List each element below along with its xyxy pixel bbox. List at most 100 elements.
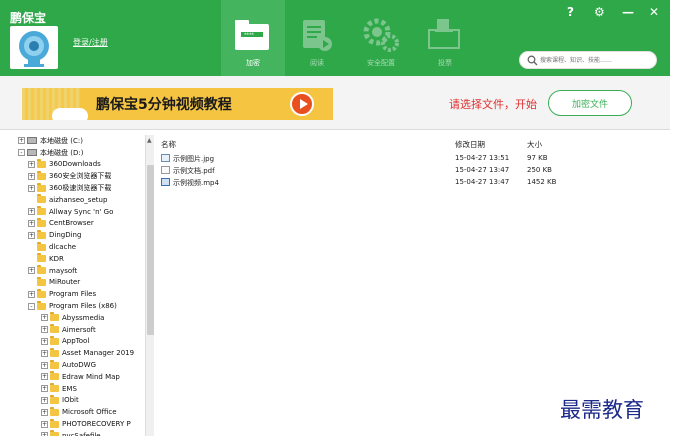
svg-text:****: ****	[244, 33, 255, 39]
collapse-icon[interactable]: -	[18, 149, 25, 157]
tab-encrypt[interactable]: **** 加密	[221, 0, 285, 76]
tree-item[interactable]: + PHOTORECOVERY P	[41, 418, 131, 430]
expand-icon[interactable]: +	[41, 361, 48, 369]
drive-icon	[27, 149, 37, 157]
tree-item-label: Microsoft Office	[62, 408, 117, 417]
tree-item[interactable]: +360安全浏览器下载	[28, 170, 111, 182]
help-button[interactable]: ?	[567, 4, 574, 20]
folder-icon	[37, 265, 46, 275]
tree-item[interactable]: - 本地磁盘 (D:)	[18, 147, 83, 159]
tab-read[interactable]: 阅读	[285, 0, 349, 76]
file-row[interactable]: 示例视频.mp4 15-04-27 13:47 1452 KB	[158, 177, 658, 188]
tree-item[interactable]: + maysoft	[28, 265, 77, 277]
expand-icon[interactable]: +	[28, 208, 35, 216]
tree-item-label: 360极速浏览器下载	[49, 184, 112, 193]
tree-item[interactable]: MiRouter	[28, 276, 80, 289]
scroll-thumb[interactable]	[147, 165, 154, 335]
expand-icon[interactable]: +	[28, 231, 35, 239]
expand-icon[interactable]: +	[41, 408, 48, 416]
tree-item[interactable]: - Program Files (x86)	[28, 300, 117, 312]
tree-item[interactable]: +360Downloads	[28, 158, 101, 171]
tree-scrollbar[interactable]: ▲	[145, 135, 154, 436]
tree-item[interactable]: + AppTool	[41, 335, 89, 348]
folder-icon	[37, 182, 46, 192]
expand-icon[interactable]: +	[28, 184, 35, 192]
column-date-header[interactable]: 修改日期	[455, 139, 485, 150]
encrypt-file-button[interactable]: 加密文件	[548, 90, 632, 116]
tree-item-label: Asset Manager 2019	[62, 349, 135, 358]
folder-icon	[50, 324, 59, 334]
file-row[interactable]: 示例图片.jpg 15-04-27 13:51 97 KB	[158, 153, 658, 164]
close-button[interactable]: ✕	[649, 4, 659, 20]
image-file-icon	[161, 154, 170, 162]
column-name-header[interactable]: 名称	[161, 139, 176, 150]
folder-icon	[50, 406, 59, 416]
tree-item[interactable]: + Asset Manager 2019	[41, 347, 134, 359]
gear-config-icon	[363, 18, 399, 52]
tree-item[interactable]: + AutoDWG	[41, 359, 96, 371]
expand-icon[interactable]: +	[18, 137, 25, 145]
search-box	[519, 51, 657, 69]
tab-security-config[interactable]: 安全配置	[349, 0, 413, 76]
tree-item-label: Allway Sync 'n' Go	[49, 207, 114, 216]
tree-item[interactable]: + Aimersoft	[41, 324, 96, 336]
tree-item[interactable]: + IObit	[41, 394, 79, 407]
folder-icon	[37, 158, 46, 168]
expand-icon[interactable]: +	[28, 172, 35, 180]
settings-button[interactable]: ⚙	[594, 4, 605, 20]
expand-icon[interactable]: +	[28, 267, 35, 275]
folder-icon	[50, 347, 59, 357]
folder-icon	[37, 194, 46, 204]
tree-item-label: PHOTORECOVERY P	[62, 420, 131, 429]
tree-item[interactable]: + pycSafefile	[41, 430, 101, 436]
document-read-icon	[303, 20, 332, 51]
tree-item[interactable]: + CentBrowser	[28, 217, 94, 230]
expand-icon[interactable]: +	[41, 396, 48, 404]
tree-item[interactable]: + 本地磁盘 (C:)	[18, 135, 83, 147]
tree-item[interactable]: + Edraw Mind Map	[41, 371, 120, 383]
search-input[interactable]	[540, 54, 652, 66]
expand-icon[interactable]: +	[28, 290, 35, 298]
expand-icon[interactable]: +	[41, 420, 48, 428]
tree-item[interactable]: + Microsoft Office	[41, 406, 117, 418]
tree-item-label: CentBrowser	[49, 219, 94, 228]
column-size-header[interactable]: 大小	[527, 139, 542, 150]
expand-icon[interactable]: +	[41, 432, 48, 436]
file-list: 名称 修改日期 大小 示例图片.jpg 15-04-27 13:51 97 KB…	[158, 135, 670, 436]
tree-item-label: 本地磁盘 (C:)	[40, 136, 83, 145]
expand-icon[interactable]: +	[41, 349, 48, 357]
tree-item[interactable]: +360极速浏览器下载	[28, 182, 111, 194]
folder-encrypt-icon: ****	[235, 20, 269, 50]
folder-icon	[37, 206, 46, 216]
app-title: 鹏保宝	[10, 11, 47, 25]
minimize-button[interactable]: —	[622, 4, 634, 20]
tree-item[interactable]: aizhanseo_setup	[28, 194, 107, 206]
login-register-link[interactable]: 登录/注册	[73, 37, 108, 48]
expand-icon[interactable]: +	[41, 373, 48, 381]
tree-item[interactable]: + Program Files	[28, 288, 96, 300]
file-row[interactable]: 示例文档.pdf 15-04-27 13:47 250 KB	[158, 165, 658, 176]
file-name: 示例文档.pdf	[173, 167, 215, 175]
tab-encrypt-label: 加密	[246, 59, 260, 67]
expand-icon[interactable]: +	[28, 219, 35, 227]
scroll-up-arrow-icon[interactable]: ▲	[147, 137, 152, 144]
expand-icon[interactable]: +	[41, 385, 48, 393]
search-icon	[527, 55, 538, 66]
collapse-icon[interactable]: -	[28, 302, 35, 310]
tree-item[interactable]: + Abyssmedia	[41, 312, 104, 324]
tree-item[interactable]: + DingDing	[28, 229, 81, 241]
tree-item[interactable]: + Allway Sync 'n' Go	[28, 206, 113, 218]
folder-icon	[37, 229, 46, 239]
tree-item[interactable]: + EMS	[41, 383, 77, 395]
tree-item[interactable]: dlcache	[28, 241, 76, 253]
video-tutorial-banner[interactable]: 鹏保宝5分钟视频教程	[22, 88, 333, 120]
tree-item-label: 360安全浏览器下载	[49, 172, 112, 181]
folder-icon	[50, 394, 59, 404]
tab-vote[interactable]: 投票	[413, 0, 477, 76]
avatar[interactable]	[10, 26, 58, 69]
tree-item[interactable]: KDR	[28, 253, 64, 265]
expand-icon[interactable]: +	[41, 314, 48, 322]
expand-icon[interactable]: +	[28, 160, 35, 168]
expand-icon[interactable]: +	[41, 326, 48, 334]
expand-icon[interactable]: +	[41, 337, 48, 345]
